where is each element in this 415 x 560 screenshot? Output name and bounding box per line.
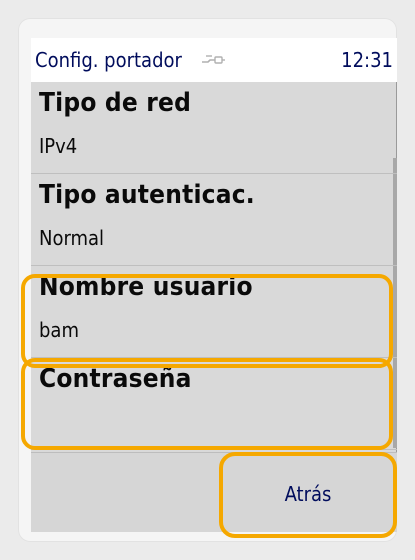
- link-cable-icon: [198, 50, 228, 70]
- list-item-username[interactable]: Nombre usuario bam: [31, 266, 397, 358]
- phone-screen: Config. portador 12:31 Tipo de red IPv4 …: [31, 38, 397, 532]
- item-title: Tipo autenticac.: [39, 180, 255, 210]
- screen-title: Config. portador: [35, 48, 182, 72]
- clock-time: 12:31: [341, 48, 393, 72]
- item-title: Contraseña: [39, 364, 192, 394]
- item-value: Normal: [39, 226, 105, 250]
- item-title: Nombre usuario: [39, 272, 253, 302]
- back-button[interactable]: Atrás: [227, 461, 389, 527]
- item-title: Tipo de red: [39, 88, 192, 118]
- softkey-bar: Atrás: [31, 452, 397, 532]
- list-item-auth-type[interactable]: Tipo autenticac. Normal: [31, 174, 397, 266]
- status-bar: Config. portador 12:31: [31, 38, 397, 82]
- item-value: bam: [39, 318, 79, 342]
- list-item-password[interactable]: Contraseña: [31, 358, 397, 450]
- list-item-network-type[interactable]: Tipo de red IPv4: [31, 82, 397, 174]
- settings-list: Tipo de red IPv4 Tipo autenticac. Normal…: [31, 82, 397, 450]
- item-value: IPv4: [39, 134, 78, 158]
